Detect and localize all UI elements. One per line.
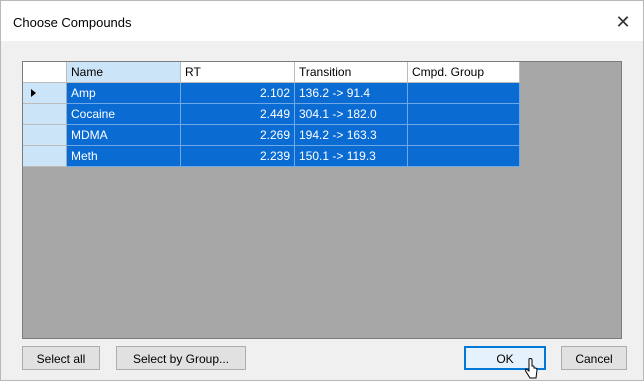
cell-name[interactable]: Amp [67,83,181,104]
column-header-transition[interactable]: Transition [295,62,408,83]
row-header[interactable] [23,125,67,146]
cell-name[interactable]: Cocaine [67,104,181,125]
cell-cmpd-group[interactable] [408,83,520,104]
table-row[interactable]: MDMA 2.269 194.2 -> 163.3 [23,125,520,146]
cell-transition[interactable]: 304.1 -> 182.0 [295,104,408,125]
row-header[interactable] [23,104,67,125]
cell-cmpd-group[interactable] [408,104,520,125]
select-by-group-button[interactable]: Select by Group... [116,346,246,370]
column-header-rt[interactable]: RT [181,62,295,83]
cancel-button[interactable]: Cancel [561,346,627,370]
column-header-cmpd-group[interactable]: Cmpd. Group [408,62,520,83]
row-header[interactable] [23,83,67,104]
row-header[interactable] [23,146,67,167]
mouse-pointer-icon [525,358,538,379]
compounds-grid[interactable]: Name RT Transition Cmpd. Group Amp 2.102… [22,61,622,339]
cell-rt[interactable]: 2.239 [181,146,295,167]
cell-name[interactable]: Meth [67,146,181,167]
current-row-arrow-icon [31,89,36,97]
cell-transition[interactable]: 150.1 -> 119.3 [295,146,408,167]
close-icon[interactable]: ✕ [609,9,637,35]
table-row[interactable]: Cocaine 2.449 304.1 -> 182.0 [23,104,520,125]
table-row[interactable]: Meth 2.239 150.1 -> 119.3 [23,146,520,167]
select-all-button[interactable]: Select all [22,346,100,370]
cell-transition[interactable]: 194.2 -> 163.3 [295,125,408,146]
cell-name[interactable]: MDMA [67,125,181,146]
title-bar: Choose Compounds ✕ [1,1,643,41]
table-row[interactable]: Amp 2.102 136.2 -> 91.4 [23,83,520,104]
cell-cmpd-group[interactable] [408,125,520,146]
column-header-name[interactable]: Name [67,62,181,83]
cell-transition[interactable]: 136.2 -> 91.4 [295,83,408,104]
cell-rt[interactable]: 2.102 [181,83,295,104]
row-header-corner[interactable] [23,62,67,83]
cell-cmpd-group[interactable] [408,146,520,167]
choose-compounds-dialog: Choose Compounds ✕ Name RT Transition Cm… [0,0,644,381]
dialog-title: Choose Compounds [13,15,132,30]
cell-rt[interactable]: 2.449 [181,104,295,125]
cell-rt[interactable]: 2.269 [181,125,295,146]
grid-header-row: Name RT Transition Cmpd. Group [23,62,520,83]
